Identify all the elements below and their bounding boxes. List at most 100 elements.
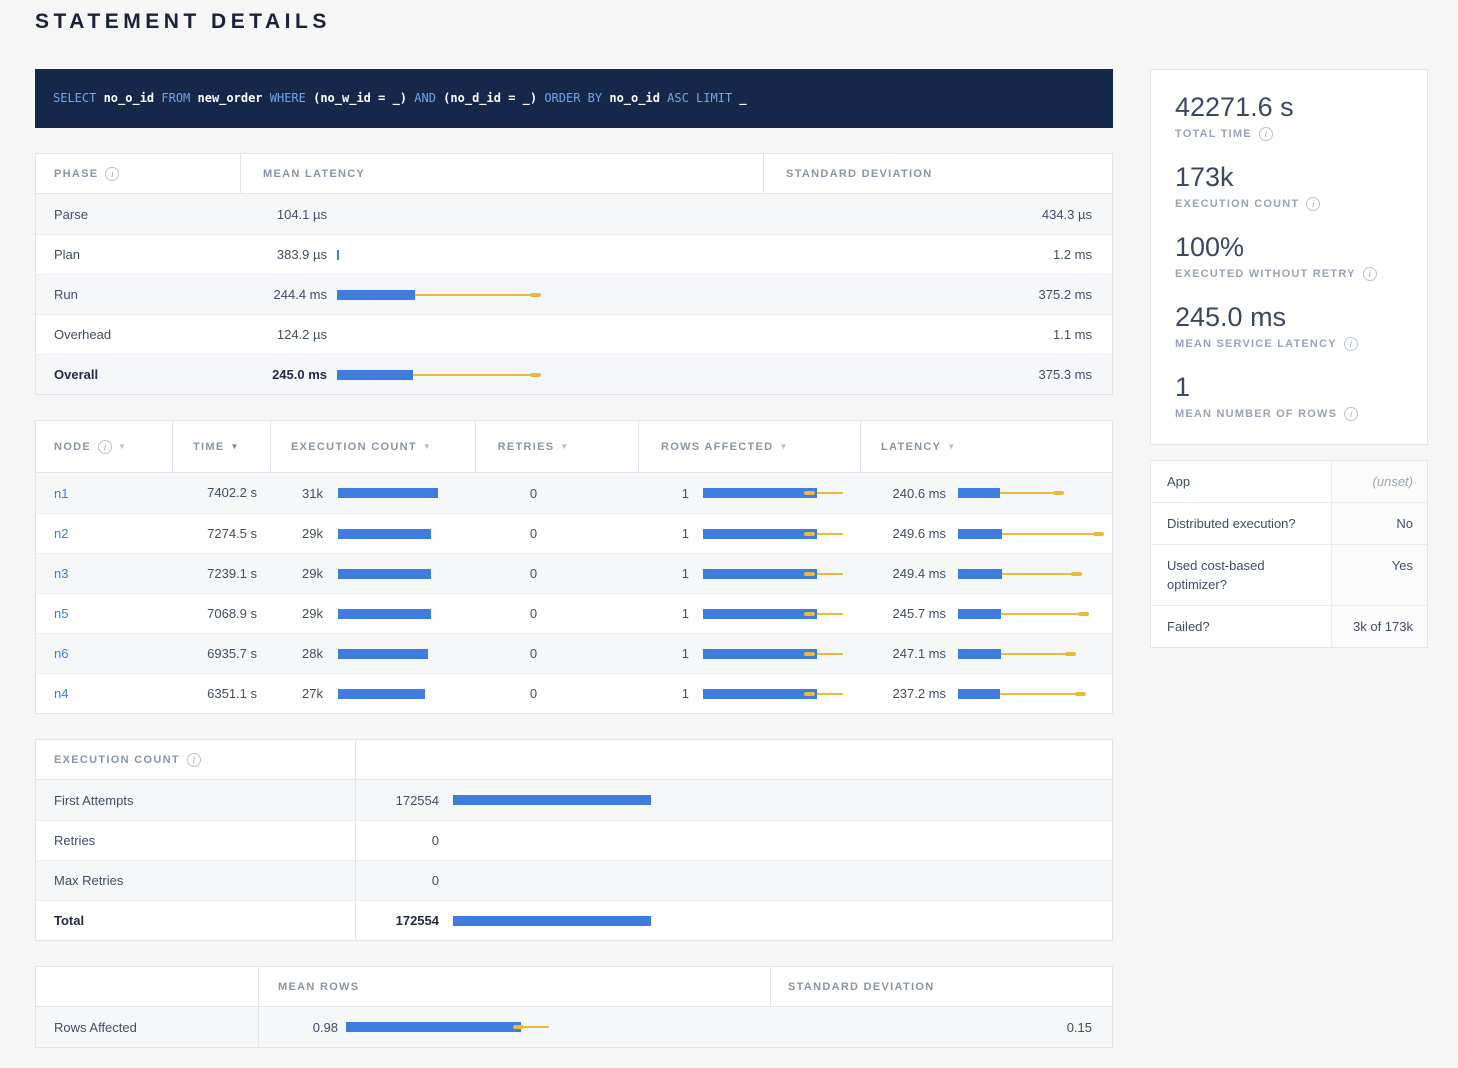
standard-deviation-header-label: STANDARD DEVIATION <box>788 981 934 993</box>
node-link[interactable]: n1 <box>54 486 68 501</box>
time-header-label: TIME <box>193 441 224 453</box>
attribute-value: No <box>1331 503 1427 544</box>
phase-cell: Parse <box>36 207 241 222</box>
latency-column-header[interactable]: LATENCY ▼ <box>861 421 1112 472</box>
sql-identifier: _ <box>739 91 746 105</box>
sort-arrow-icon[interactable]: ▼ <box>423 442 431 451</box>
latency-value: 237.2 ms <box>861 686 946 701</box>
sql-identifier: (no_d_id = _) <box>443 91 544 105</box>
node-header-label: NODE <box>54 441 91 453</box>
node-link[interactable]: n2 <box>54 526 68 541</box>
rows-affected-bar <box>703 687 861 701</box>
sql-keyword: SELECT <box>53 91 104 105</box>
node-link[interactable]: n6 <box>54 646 68 661</box>
stat-value: 173k <box>1175 162 1403 193</box>
time-column-header[interactable]: TIME ▼ <box>173 421 271 472</box>
node-link[interactable]: n3 <box>54 566 68 581</box>
stat-executed-without-retry: 100% EXECUTED WITHOUT RETRYi <box>1175 232 1403 281</box>
rows-affected-cell: 1 <box>639 606 861 621</box>
metric-value-cell: 0 <box>356 873 1112 888</box>
rows-affected-cell: 1 <box>639 646 861 661</box>
node-link[interactable]: n4 <box>54 686 68 701</box>
sort-arrow-icon[interactable]: ▼ <box>779 442 787 451</box>
stat-mean-number-of-rows: 1 MEAN NUMBER OF ROWSi <box>1175 372 1403 421</box>
stat-label-text: MEAN SERVICE LATENCY <box>1175 338 1337 350</box>
rows-affected-bar <box>703 647 861 661</box>
time-cell: 7274.5 s <box>173 514 271 554</box>
node-link[interactable]: n5 <box>54 606 68 621</box>
time-cell: 7068.9 s <box>173 594 271 634</box>
attribute-value: 3k of 173k <box>1331 606 1427 647</box>
execution-count-column-header[interactable]: EXECUTION COUNT ▼ <box>271 421 476 472</box>
stat-execution-count: 173k EXECUTION COUNT i <box>1175 162 1403 211</box>
sql-keyword: FROM <box>161 91 197 105</box>
latency-value: 247.1 ms <box>861 646 946 661</box>
main-column: SELECT no_o_id FROM new_order WHERE (no_… <box>35 69 1113 1048</box>
metric-value-cell: 172554 <box>356 913 1112 928</box>
attribute-row-app: App (unset) <box>1151 461 1427 502</box>
latency-value: 245.7 ms <box>861 606 946 621</box>
rows-affected-cell: 1 <box>639 566 861 581</box>
rows-affected-bar <box>703 486 861 500</box>
mean-latency-cell: 383.9 µs <box>241 247 764 262</box>
rows-affected-column-header[interactable]: ROWS AFFECTED ▼ <box>639 421 861 472</box>
retries-column-header[interactable]: RETRIES ▼ <box>476 421 639 472</box>
node-cell: n4 <box>36 686 173 701</box>
std-dev-cell: 375.2 ms <box>764 287 1112 302</box>
stat-label: MEAN SERVICE LATENCY i <box>1175 337 1403 351</box>
count-bar <box>453 914 673 928</box>
latency-bar <box>337 207 557 221</box>
stat-label-text: EXECUTION COUNT <box>1175 198 1299 210</box>
node-column-header[interactable]: NODE i ▼ <box>36 421 173 472</box>
sql-identifier: no_o_id <box>609 91 667 105</box>
info-icon[interactable]: i <box>1344 407 1358 421</box>
metric-value: 0 <box>356 873 439 888</box>
page-layout: SELECT no_o_id FROM new_order WHERE (no_… <box>35 69 1458 1048</box>
latency-bar <box>958 567 1112 581</box>
node-stats-table: NODE i ▼ TIME ▼ EXECUTION COUNT ▼ RETRIE… <box>35 420 1113 714</box>
table-row: First Attempts 172554 <box>36 780 1112 820</box>
retries-header-label: RETRIES <box>498 441 555 453</box>
side-column: 42271.6 s TOTAL TIMEi 173k EXECUTION COU… <box>1150 69 1428 648</box>
execution-count-value: 29k <box>271 526 323 541</box>
sort-arrow-icon[interactable]: ▼ <box>947 442 955 451</box>
std-dev-cell: 1.1 ms <box>764 327 1112 342</box>
latency-bar <box>337 288 557 302</box>
info-icon[interactable]: i <box>1344 337 1358 351</box>
mean-latency-value: 124.2 µs <box>241 327 327 342</box>
execution-count-bar <box>338 486 476 500</box>
attribute-label: App <box>1151 461 1331 502</box>
statement-attributes-card: App (unset) Distributed execution? No Us… <box>1150 460 1428 648</box>
standard-deviation-column-header: STANDARD DEVIATION <box>771 967 1112 1006</box>
rows-header-spacer <box>36 967 259 1006</box>
standard-deviation-header-label: STANDARD DEVIATION <box>786 168 932 180</box>
table-row: Rows Affected 0.98 0.15 <box>36 1007 1112 1047</box>
mean-latency-value: 244.4 ms <box>241 287 327 302</box>
node-cell: n2 <box>36 526 173 541</box>
mean-rows-column-header: MEAN ROWS <box>259 967 771 1006</box>
metric-label-cell: Max Retries <box>36 861 356 900</box>
count-bar <box>453 793 673 807</box>
rows-affected-value: 1 <box>639 526 689 541</box>
info-icon[interactable]: i <box>1306 197 1320 211</box>
sql-keyword: AND <box>414 91 443 105</box>
info-icon[interactable]: i <box>187 753 201 767</box>
sort-arrow-icon[interactable]: ▼ <box>230 442 238 451</box>
time-cell: 6351.1 s <box>173 674 271 714</box>
latency-value: 240.6 ms <box>861 486 946 501</box>
table-row: Parse 104.1 µs 434.3 µs <box>36 194 1112 234</box>
stat-label: EXECUTION COUNT i <box>1175 197 1403 211</box>
execution-count-header-label: EXECUTION COUNT <box>291 441 417 453</box>
info-icon[interactable]: i <box>1259 127 1273 141</box>
info-icon[interactable]: i <box>105 167 119 181</box>
rows-affected-value: 1 <box>639 686 689 701</box>
metric-label-cell: Retries <box>36 821 356 860</box>
sort-arrow-icon[interactable]: ▼ <box>560 442 568 451</box>
info-icon[interactable]: i <box>1363 267 1377 281</box>
latency-bar <box>958 527 1112 541</box>
sort-arrow-icon[interactable]: ▼ <box>118 442 126 451</box>
node-cell: n1 <box>36 486 173 501</box>
rows-affected-header-label: ROWS AFFECTED <box>661 441 773 453</box>
node-row: n5 7068.9 s 29k 0 1 245.7 ms <box>36 593 1112 633</box>
info-icon[interactable]: i <box>98 440 112 454</box>
